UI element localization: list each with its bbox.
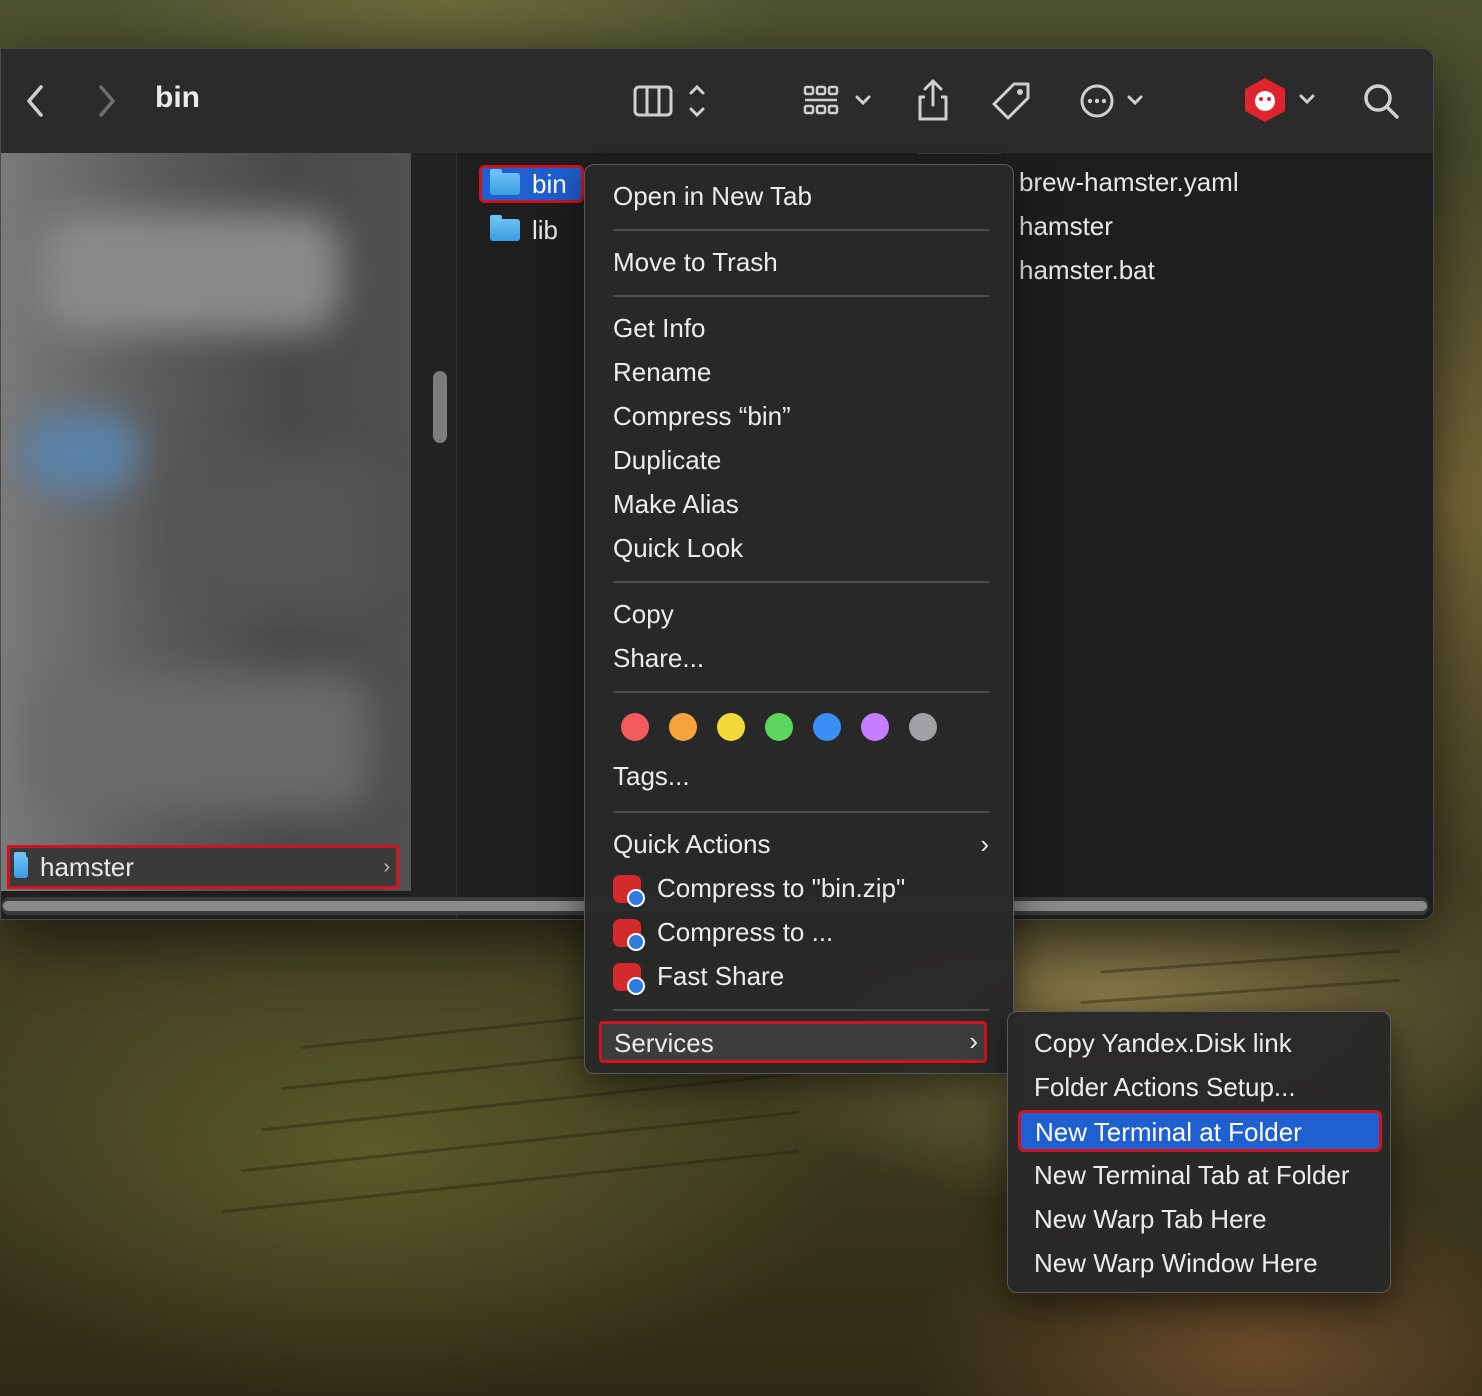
menu-item-tags[interactable]: Tags... xyxy=(613,761,690,792)
archiver-icon xyxy=(613,918,645,951)
file-name: hamster.bat xyxy=(1019,255,1155,285)
menu-separator xyxy=(613,691,989,693)
list-item[interactable]: hamster.bat xyxy=(1019,255,1155,286)
window-title: bin xyxy=(155,81,200,114)
ellipsis-circle-icon[interactable] xyxy=(1075,79,1155,123)
menu-item-label: New Terminal at Folder xyxy=(1035,1117,1302,1147)
menu-item-fast-share[interactable]: Fast Share xyxy=(613,961,785,995)
tag-yellow[interactable] xyxy=(717,713,745,741)
menu-separator xyxy=(613,229,989,231)
tag-orange[interactable] xyxy=(669,713,697,741)
list-item-bin[interactable]: bin xyxy=(479,165,584,203)
sidebar-blurred xyxy=(1,153,411,891)
menu-item-move-to-trash[interactable]: Move to Trash xyxy=(613,247,778,278)
menu-item-duplicate[interactable]: Duplicate xyxy=(613,445,721,476)
list-item-lib[interactable]: lib xyxy=(490,211,558,249)
column-divider xyxy=(411,153,456,919)
menu-item-label: Compress to "bin.zip" xyxy=(657,873,906,903)
file-name: lib xyxy=(532,214,559,245)
hamster-shield-icon[interactable] xyxy=(1239,75,1323,125)
folder-icon xyxy=(490,169,520,195)
chevron-right-icon: › xyxy=(969,1026,978,1056)
file-name: hamster xyxy=(1019,211,1113,241)
menu-separator xyxy=(613,295,989,297)
menu-item-label: Fast Share xyxy=(657,961,785,991)
menu-item-quick-look[interactable]: Quick Look xyxy=(613,533,743,564)
sidebar-item-label: hamster xyxy=(40,851,134,882)
menu-item-new-terminal-at-folder[interactable]: New Terminal at Folder xyxy=(1018,1110,1382,1152)
menu-item-folder-actions-setup[interactable]: Folder Actions Setup... xyxy=(1034,1072,1296,1103)
file-name: brew-hamster.yaml xyxy=(1019,167,1239,197)
column-view-icon[interactable] xyxy=(631,79,721,123)
menu-item-compress-to[interactable]: Compress to ... xyxy=(613,917,834,951)
tag-blue[interactable] xyxy=(813,713,841,741)
chevron-right-icon[interactable] xyxy=(91,81,123,121)
share-icon[interactable] xyxy=(913,75,953,125)
menu-item-label: Quick Actions xyxy=(613,829,771,859)
vertical-scrollbar[interactable] xyxy=(433,371,447,443)
menu-item-compress-zip[interactable]: Compress to "bin.zip" xyxy=(613,873,906,907)
sidebar-item-hamster[interactable]: hamster › xyxy=(7,845,399,889)
tag-red[interactable] xyxy=(621,713,649,741)
menu-item-open-new-tab[interactable]: Open in New Tab xyxy=(613,181,812,212)
toolbar: bin xyxy=(1,49,1433,154)
services-submenu: Copy Yandex.Disk link Folder Actions Set… xyxy=(1007,1011,1391,1293)
tag-icon[interactable] xyxy=(989,79,1035,123)
list-item[interactable]: brew-hamster.yaml xyxy=(1019,167,1239,198)
menu-separator xyxy=(613,811,989,813)
menu-item-quick-actions[interactable]: Quick Actions › xyxy=(613,829,989,860)
menu-item-label: Compress to ... xyxy=(657,917,834,947)
context-menu: Open in New Tab Move to Trash Get Info R… xyxy=(584,164,1014,1074)
chevron-right-icon: › xyxy=(383,856,390,878)
menu-item-rename[interactable]: Rename xyxy=(613,357,711,388)
menu-separator xyxy=(613,1009,989,1011)
chevron-right-icon: › xyxy=(980,829,989,859)
menu-item-make-alias[interactable]: Make Alias xyxy=(613,489,739,520)
menu-item-new-warp-window[interactable]: New Warp Window Here xyxy=(1034,1248,1318,1279)
column-3: brew-hamster.yaml hamster hamster.bat xyxy=(1001,153,1433,919)
menu-item-services[interactable]: Services › xyxy=(599,1021,987,1063)
list-item[interactable]: hamster xyxy=(1019,211,1113,242)
chevron-left-icon[interactable] xyxy=(19,81,51,121)
menu-item-new-warp-tab[interactable]: New Warp Tab Here xyxy=(1034,1204,1267,1235)
tag-green[interactable] xyxy=(765,713,793,741)
menu-item-new-terminal-tab[interactable]: New Terminal Tab at Folder xyxy=(1034,1160,1350,1191)
menu-item-copy[interactable]: Copy xyxy=(613,599,674,630)
tag-gray[interactable] xyxy=(909,713,937,741)
share-app-icon xyxy=(613,962,645,995)
menu-item-label: Services xyxy=(614,1028,714,1058)
tag-purple[interactable] xyxy=(861,713,889,741)
menu-separator xyxy=(613,581,989,583)
archiver-icon xyxy=(613,874,645,907)
folder-icon xyxy=(490,215,520,241)
grid-group-icon[interactable] xyxy=(801,79,881,123)
file-name: bin xyxy=(532,168,567,199)
search-icon[interactable] xyxy=(1359,79,1403,123)
menu-item-compress[interactable]: Compress “bin” xyxy=(613,401,791,432)
folder-icon xyxy=(14,852,28,878)
menu-item-get-info[interactable]: Get Info xyxy=(613,313,706,344)
menu-item-share[interactable]: Share... xyxy=(613,643,704,674)
menu-item-copy-yandex-link[interactable]: Copy Yandex.Disk link xyxy=(1034,1028,1292,1059)
